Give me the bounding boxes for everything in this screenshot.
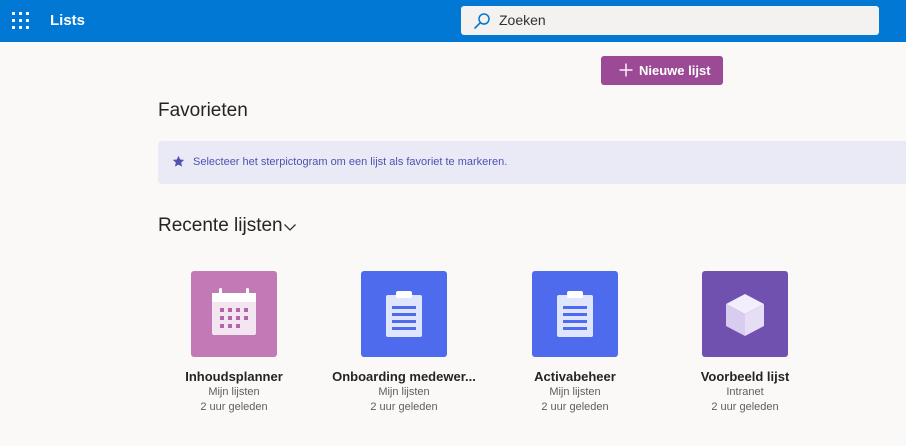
- list-location: Mijn lijsten: [378, 386, 430, 398]
- list-tile: [361, 271, 447, 357]
- list-timestamp: 2 uur geleden: [711, 401, 779, 413]
- list-location: Mijn lijsten: [549, 386, 601, 398]
- list-name[interactable]: Voorbeeld lijst: [660, 369, 830, 384]
- list-timestamp: 2 uur geleden: [541, 401, 609, 413]
- list-card-activabeheer[interactable]: Activabeheer Mijn lijsten 2 uur geleden: [490, 271, 660, 421]
- search-box[interactable]: Zoeken: [461, 6, 879, 35]
- search-input[interactable]: Zoeken: [499, 6, 546, 35]
- app-launcher-icon[interactable]: [12, 12, 30, 30]
- search-icon: [474, 13, 490, 29]
- plus-icon: [619, 63, 633, 77]
- list-card-voorbeeld-lijst[interactable]: Voorbeeld lijst Intranet 2 uur geleden: [660, 271, 830, 421]
- favorites-hint-banner: Selecteer het sterpictogram om een lijst…: [158, 141, 906, 184]
- list-name[interactable]: Inhoudsplanner: [149, 369, 319, 384]
- list-location: Intranet: [726, 386, 764, 398]
- list-name[interactable]: Activabeheer: [490, 369, 660, 384]
- list-card-onboarding[interactable]: Onboarding medewer... Mijn lijsten 2 uur…: [319, 271, 489, 421]
- recent-lists-title[interactable]: Recente lijsten: [158, 214, 283, 238]
- list-timestamp: 2 uur geleden: [200, 401, 268, 413]
- calendar-icon: [212, 288, 256, 335]
- list-tile: [532, 271, 618, 357]
- clipboard-icon: [557, 291, 593, 337]
- list-card-inhoudsplanner[interactable]: Inhoudsplanner Mijn lijsten 2 uur gelede…: [149, 271, 319, 421]
- star-icon: [172, 155, 185, 167]
- favorites-hint-text: Selecteer het sterpictogram om een lijst…: [193, 156, 508, 168]
- chevron-down-icon[interactable]: [283, 220, 297, 234]
- clipboard-icon: [386, 291, 422, 337]
- list-location: Mijn lijsten: [208, 386, 260, 398]
- list-name[interactable]: Onboarding medewer...: [319, 369, 489, 384]
- list-timestamp: 2 uur geleden: [370, 401, 438, 413]
- list-tile: [191, 271, 277, 357]
- new-list-label: Nieuwe lijst: [639, 63, 711, 78]
- cube-icon: [726, 294, 764, 336]
- favorites-title: Favorieten: [158, 100, 248, 121]
- new-list-button[interactable]: Nieuwe lijst: [601, 56, 723, 85]
- top-bar: Lists Zoeken: [0, 0, 906, 42]
- app-title[interactable]: Lists: [50, 11, 85, 31]
- list-tile: [702, 271, 788, 357]
